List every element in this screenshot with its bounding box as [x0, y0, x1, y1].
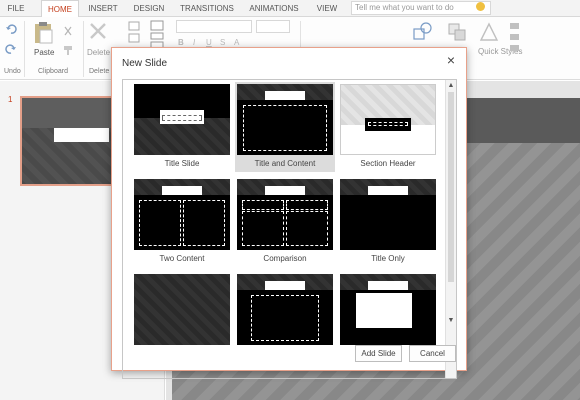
- layout-thumbnail: [237, 274, 333, 345]
- redo-icon[interactable]: [5, 43, 17, 55]
- new-slide-dialog: New Slide × Title Slide Title and Conten…: [111, 47, 467, 379]
- group-label-clipboard: Clipboard: [38, 68, 68, 75]
- left-content-placeholder: [139, 200, 181, 246]
- shapes-icon[interactable]: [412, 21, 434, 43]
- left-content-placeholder: [242, 211, 284, 246]
- paste-icon[interactable]: [32, 21, 54, 45]
- dialog-title: New Slide: [122, 58, 168, 69]
- subtitle-placeholder: [162, 115, 202, 121]
- gallery-scrollbar[interactable]: ▲ ▼: [445, 80, 456, 378]
- arrange-icon[interactable]: [446, 21, 468, 43]
- svg-text:A: A: [234, 38, 240, 47]
- title-placeholder: [368, 186, 408, 195]
- title-placeholder: [265, 186, 305, 195]
- thumbnail-title-placeholder: [54, 128, 109, 142]
- layout-icon[interactable]: [150, 20, 164, 50]
- font-format-icons: B I U S A: [178, 38, 240, 47]
- text-placeholder: [368, 122, 408, 126]
- scrollbar-thumb[interactable]: [448, 92, 454, 282]
- tab-view[interactable]: VIEW: [311, 0, 343, 17]
- layout-two-content[interactable]: Two Content: [132, 177, 232, 267]
- font-size-combo[interactable]: [256, 20, 290, 33]
- paste-button[interactable]: Paste: [34, 48, 54, 57]
- layout-content-with-caption[interactable]: [235, 272, 335, 362]
- title-placeholder: [162, 186, 202, 195]
- tab-insert[interactable]: INSERT: [82, 0, 124, 17]
- svg-text:I: I: [193, 38, 196, 47]
- layout-title-only[interactable]: Title Only: [338, 177, 438, 267]
- layout-blank[interactable]: [132, 272, 232, 362]
- layout-thumbnail: [134, 84, 230, 155]
- damask-pattern: [134, 274, 230, 345]
- delete-button[interactable]: Delete: [87, 48, 110, 57]
- layout-name: Title and Content: [254, 159, 316, 168]
- layout-thumbnail: [340, 84, 436, 155]
- title-placeholder: [368, 281, 408, 290]
- tell-me-search[interactable]: Tell me what you want to do: [351, 1, 491, 15]
- content-placeholder: [243, 105, 327, 151]
- right-content-placeholder: [286, 211, 328, 246]
- svg-text:S: S: [220, 38, 225, 47]
- left-heading-placeholder: [242, 200, 284, 210]
- title-placeholder: [265, 91, 305, 100]
- format-painter-icon[interactable]: [63, 45, 73, 55]
- layout-name: Section Header: [360, 159, 416, 168]
- layout-thumbnail: [340, 179, 436, 250]
- tab-animations[interactable]: ANIMATIONS: [244, 0, 304, 17]
- right-heading-placeholder: [286, 200, 328, 210]
- group-label-undo: Undo: [4, 68, 21, 75]
- layout-name: Title Slide: [164, 159, 200, 168]
- tab-home[interactable]: HOME: [41, 0, 79, 17]
- picture-placeholder: [356, 293, 412, 328]
- layout-name: Title Only: [371, 254, 405, 263]
- font-family-combo[interactable]: [176, 20, 252, 33]
- tab-file[interactable]: FILE: [0, 0, 32, 17]
- layout-thumbnail: [340, 274, 436, 345]
- ribbon-divider: [83, 21, 84, 77]
- tab-transitions[interactable]: TRANSITIONS: [176, 0, 238, 17]
- undo-icon[interactable]: [5, 23, 17, 35]
- scroll-up-icon[interactable]: ▲: [447, 81, 455, 90]
- close-icon[interactable]: ×: [444, 53, 458, 67]
- layout-thumbnail: [134, 179, 230, 250]
- layout-thumbnail: [237, 179, 333, 250]
- shape-fill-icons[interactable]: [508, 21, 522, 55]
- svg-text:U: U: [206, 38, 212, 47]
- layout-comparison[interactable]: Comparison: [235, 177, 335, 267]
- quick-styles-icon[interactable]: [478, 21, 500, 43]
- right-content-placeholder: [183, 200, 225, 246]
- layout-section-header[interactable]: Section Header: [338, 82, 438, 172]
- layout-gallery: Title Slide Title and Content Section He…: [122, 79, 457, 379]
- layout-title-and-content[interactable]: Title and Content: [235, 82, 335, 172]
- lightbulb-icon: [476, 2, 485, 11]
- cancel-button[interactable]: Cancel: [409, 345, 456, 362]
- ribbon-tab-bar: FILE HOME INSERT DESIGN TRANSITIONS ANIM…: [0, 0, 580, 17]
- slide-number: 1: [8, 95, 13, 104]
- cut-icon[interactable]: [63, 26, 73, 36]
- group-label-delete: Delete: [89, 68, 110, 75]
- ribbon-divider: [24, 21, 25, 77]
- svg-text:B: B: [178, 38, 184, 47]
- layout-name: Comparison: [263, 254, 307, 263]
- delete-slide-icon[interactable]: [88, 21, 108, 41]
- tab-design[interactable]: DESIGN: [129, 0, 169, 17]
- layout-title-slide[interactable]: Title Slide: [132, 82, 232, 172]
- title-placeholder: [265, 281, 305, 290]
- layout-name: Two Content: [159, 254, 205, 263]
- scroll-down-icon[interactable]: ▼: [447, 316, 455, 325]
- layout-thumbnail: [237, 84, 333, 155]
- content-placeholder: [251, 295, 319, 341]
- layout-thumbnail: [134, 274, 230, 345]
- add-slide-button[interactable]: Add Slide: [355, 345, 402, 362]
- new-slide-icon[interactable]: [128, 21, 140, 47]
